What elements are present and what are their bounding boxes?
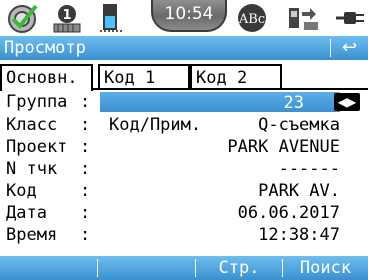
time-value: 12:38:47 bbox=[258, 225, 340, 245]
class-value-right: Q-съемка bbox=[258, 115, 340, 135]
title-separator bbox=[330, 39, 331, 57]
code-label: Код bbox=[6, 181, 37, 201]
clock-time: 10:54 bbox=[164, 4, 214, 24]
tab-bar: Основн. Код 1 Код 2 bbox=[0, 64, 368, 91]
title-bar: Просмотр ↩ bbox=[0, 36, 368, 60]
field-time: Время : 12:38:47 bbox=[0, 224, 368, 246]
softkey-2[interactable] bbox=[98, 256, 195, 280]
group-label: Группа bbox=[6, 92, 68, 112]
device-connection-icon[interactable] bbox=[286, 2, 322, 34]
time-label: Время bbox=[6, 225, 58, 245]
tab-divider bbox=[91, 88, 368, 90]
svg-text:ABc: ABc bbox=[238, 12, 265, 27]
softkey-1[interactable] bbox=[0, 256, 97, 280]
project-value: PARK AVENUE bbox=[227, 137, 340, 157]
instrument-level-icon[interactable]: 1 bbox=[50, 2, 84, 34]
class-value-left: Код/Прим. bbox=[109, 115, 202, 135]
project-colon: : bbox=[80, 137, 91, 157]
code-colon: : bbox=[80, 181, 91, 201]
project-label: Проект bbox=[6, 137, 68, 157]
group-value: 23 bbox=[283, 93, 304, 113]
tab-code-2[interactable]: Код 2 bbox=[190, 64, 282, 88]
tab-code-1[interactable]: Код 1 bbox=[98, 64, 190, 88]
field-code: Код : PARK AV. bbox=[0, 180, 368, 202]
abc-input-icon[interactable]: ABc bbox=[236, 2, 268, 34]
point-number-colon: : bbox=[80, 159, 91, 179]
time-colon: : bbox=[80, 225, 91, 245]
power-plug-icon[interactable] bbox=[334, 2, 366, 34]
group-colon: : bbox=[80, 92, 91, 112]
date-colon: : bbox=[80, 203, 91, 223]
class-label: Класс bbox=[6, 115, 58, 135]
softkey-bar: Стр. Поиск bbox=[0, 256, 368, 280]
code-value: PARK AV. bbox=[258, 181, 340, 201]
field-class: Класс : Код/Прим. Q-съемка bbox=[0, 114, 368, 136]
tab-main[interactable]: Основн. bbox=[0, 64, 93, 91]
field-group: Группа : 23 ◀▶ bbox=[0, 91, 368, 113]
field-project: Проект : PARK AVENUE bbox=[0, 136, 368, 158]
page-softkey[interactable]: Стр. bbox=[196, 256, 282, 280]
clock: 10:54 bbox=[151, 0, 227, 32]
date-label: Дата bbox=[6, 203, 47, 223]
battery-level-icon[interactable] bbox=[94, 2, 128, 34]
date-value: 06.06.2017 bbox=[237, 203, 340, 223]
page-title: Просмотр bbox=[4, 38, 86, 58]
point-number-label: N тчк bbox=[6, 159, 58, 179]
status-bar: 1 10:54 ABc bbox=[0, 0, 368, 36]
class-colon: : bbox=[80, 115, 91, 135]
field-point-number: N тчк : ------ bbox=[0, 158, 368, 180]
svg-text:1: 1 bbox=[62, 8, 71, 23]
group-stepper-arrows-icon[interactable]: ◀▶ bbox=[334, 93, 360, 111]
back-icon[interactable]: ↩ bbox=[342, 36, 357, 60]
point-number-value: ------ bbox=[278, 159, 340, 179]
group-input[interactable]: 23 bbox=[100, 92, 340, 113]
satellite-check-icon[interactable] bbox=[6, 2, 40, 34]
search-softkey[interactable]: Поиск bbox=[283, 256, 368, 280]
field-date: Дата : 06.06.2017 bbox=[0, 202, 368, 224]
